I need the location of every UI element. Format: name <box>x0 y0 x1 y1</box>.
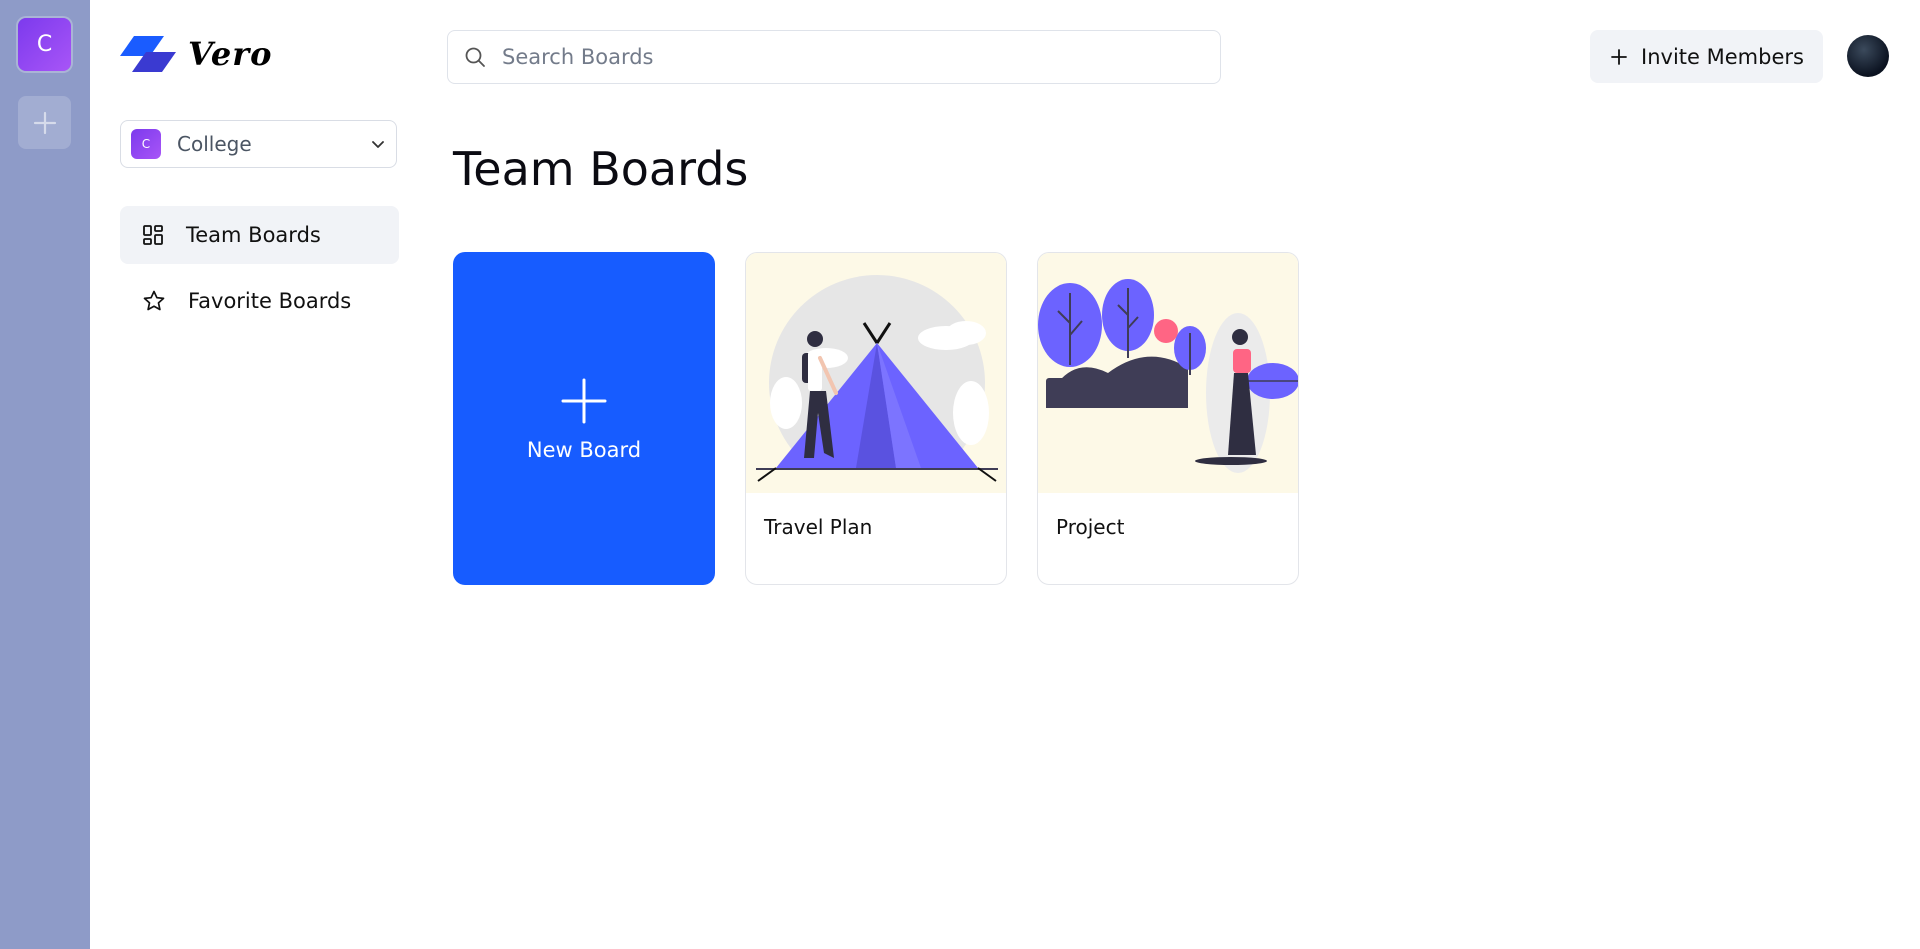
org-avatar: C <box>131 129 161 159</box>
sidebar-item-label: Team Boards <box>186 223 321 247</box>
board-title: Project <box>1056 515 1125 539</box>
plus-icon <box>561 378 607 423</box>
board-thumbnail <box>746 253 1006 493</box>
search-input[interactable] <box>500 44 1204 70</box>
camping-illustration <box>746 253 1006 493</box>
sidebar-item-favorite-boards[interactable]: Favorite Boards <box>120 272 399 330</box>
board-title: Travel Plan <box>764 515 873 539</box>
user-avatar[interactable] <box>1847 35 1889 77</box>
org-switcher-college[interactable]: C <box>18 18 71 71</box>
new-board-label: New Board <box>526 437 642 462</box>
invite-members-button[interactable]: Invite Members <box>1590 30 1823 83</box>
search-icon <box>465 47 485 67</box>
page-title: Team Boards <box>453 142 749 196</box>
invite-label: Invite Members <box>1641 44 1804 69</box>
org-name: College <box>177 132 252 156</box>
sidebar-item-team-boards[interactable]: Team Boards <box>120 206 399 264</box>
board-card-project[interactable]: Project <box>1037 252 1299 585</box>
app-name: Vero <box>188 35 273 73</box>
plus-icon <box>33 111 56 134</box>
dashboard-icon <box>143 225 163 245</box>
board-card-travel-plan[interactable]: Travel Plan <box>745 252 1007 585</box>
chevron-down-icon <box>372 141 384 148</box>
trees-illustration <box>1038 253 1298 493</box>
new-board-button[interactable]: New Board <box>453 252 715 585</box>
board-thumbnail <box>1038 253 1298 493</box>
add-org-button[interactable] <box>18 96 71 149</box>
app-logo[interactable]: Vero <box>120 32 272 76</box>
org-initial: C <box>36 32 53 57</box>
org-avatar-initial: C <box>141 137 151 151</box>
star-icon <box>143 290 165 311</box>
workspace-rail: C <box>0 0 90 949</box>
search-bar <box>447 30 1221 84</box>
plus-icon <box>1611 48 1627 65</box>
sidebar-item-label: Favorite Boards <box>188 289 352 313</box>
vero-logo-icon <box>120 36 176 72</box>
org-selector[interactable]: C College <box>120 120 397 168</box>
